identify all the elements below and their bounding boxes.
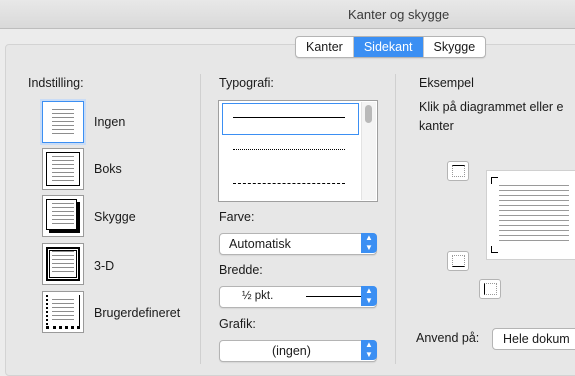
tab-kanter[interactable]: Kanter: [296, 37, 354, 57]
color-label: Farve:: [219, 210, 255, 224]
chevron-updown-icon: ▲ ▼: [361, 286, 377, 306]
width-label: Bredde:: [219, 263, 263, 277]
preview-page[interactable]: [486, 170, 575, 260]
scrollbar-thumb[interactable]: [365, 105, 372, 123]
preview-hint-cont: kanter: [419, 119, 454, 133]
line-style-solid[interactable]: [233, 117, 345, 118]
bottom-border-button[interactable]: [447, 251, 469, 271]
preview-heading: Eksempel: [419, 76, 474, 90]
art-select[interactable]: (ingen) ▲ ▼: [219, 340, 377, 362]
style-heading: Typografi:: [219, 76, 274, 90]
setting-none-label: Ingen: [94, 115, 126, 129]
setting-3d-icon[interactable]: [42, 243, 84, 285]
corner-mark: [491, 246, 498, 253]
top-border-button[interactable]: [447, 161, 469, 181]
column-divider: [395, 74, 396, 364]
line-style-dashed[interactable]: [233, 183, 345, 184]
list-scrollbar[interactable]: [361, 102, 376, 200]
line-style-dotted[interactable]: [233, 149, 345, 150]
chevron-updown-icon: ▲ ▼: [361, 340, 377, 360]
art-value: (ingen): [272, 344, 311, 358]
chevron-updown-icon: ▲ ▼: [361, 233, 377, 253]
setting-shadow-label: Skygge: [94, 210, 136, 224]
column-divider: [200, 74, 201, 364]
left-border-button[interactable]: [479, 279, 501, 299]
apply-label: Anvend på:: [416, 331, 480, 345]
preview-hint: Klik på diagrammet eller e: [419, 100, 564, 114]
apply-select[interactable]: Hele dokum: [492, 328, 575, 350]
width-value: ½ pkt.: [242, 290, 274, 302]
width-select[interactable]: ½ pkt. ▲ ▼: [219, 286, 377, 308]
color-value: Automatisk: [229, 237, 291, 251]
title-bar: Kanter og skygge: [0, 0, 575, 29]
setting-custom-label: Brugerdefineret: [94, 306, 181, 320]
line-style-selected[interactable]: [222, 103, 359, 135]
tab-skygge[interactable]: Skygge: [424, 37, 486, 57]
setting-box-label: Boks: [94, 162, 122, 176]
line-style-list[interactable]: [218, 100, 378, 202]
setting-box-icon[interactable]: [42, 148, 84, 190]
setting-heading: Indstilling:: [28, 76, 84, 90]
color-select[interactable]: Automatisk ▲ ▼: [219, 233, 377, 255]
corner-mark: [491, 177, 498, 184]
art-label: Grafik:: [219, 317, 256, 331]
setting-none-icon[interactable]: [42, 101, 84, 143]
setting-3d-label: 3-D: [94, 259, 115, 273]
setting-shadow-icon[interactable]: [42, 195, 84, 237]
apply-value: Hele dokum: [503, 332, 570, 346]
width-line-sample: [306, 296, 364, 297]
tab-sidekant[interactable]: Sidekant: [353, 37, 424, 57]
window-title: Kanter og skygge: [348, 7, 450, 22]
setting-custom-icon[interactable]: [42, 291, 84, 333]
tab-bar: Kanter Sidekant Skygge: [295, 36, 487, 58]
